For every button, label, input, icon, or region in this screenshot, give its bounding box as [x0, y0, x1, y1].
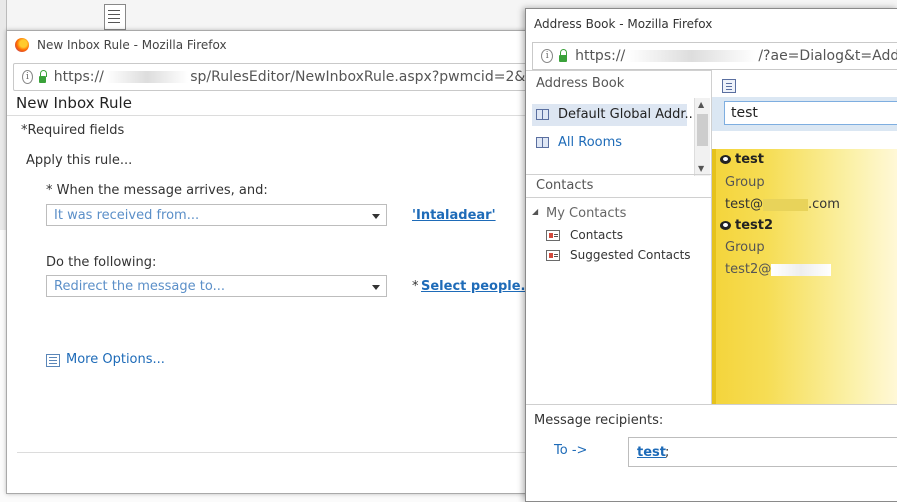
directory-item-label: All Rooms: [558, 135, 623, 150]
footer-divider: [17, 452, 532, 453]
scroll-thumb[interactable]: [697, 114, 708, 146]
divider: [526, 197, 711, 198]
address-book-icon: [536, 137, 549, 148]
checklist-icon[interactable]: [104, 4, 126, 30]
results-list: test Group test@ .com test2 Group test2@: [712, 149, 897, 404]
scroll-up-icon[interactable]: ▲: [698, 100, 704, 109]
result-email-start: test@: [725, 197, 763, 212]
condition-value-link[interactable]: 'Intaladear': [412, 208, 496, 223]
required-fields-note: *Required fields: [21, 123, 125, 138]
condition-label: * When the message arrives, and:: [46, 183, 268, 198]
directory-pane: Address Book Default Global Addr... All …: [526, 70, 712, 404]
divider: [7, 115, 542, 116]
result-name: test2: [735, 218, 774, 233]
directory-scrollbar[interactable]: ▲ ▼: [694, 98, 710, 176]
scroll-down-icon[interactable]: ▼: [698, 164, 704, 173]
result-email: test2@: [725, 262, 832, 277]
action-select[interactable]: Redirect the message to...: [46, 275, 387, 297]
recipient-token[interactable]: test: [637, 445, 666, 460]
redacted-url-part: [105, 71, 189, 83]
address-book-window: Address Book - Mozilla Firefox i https:/…: [525, 8, 897, 502]
contact-folder-label: Contacts: [570, 228, 623, 242]
lock-icon: [38, 69, 47, 83]
result-type: Group: [725, 175, 765, 190]
recipients-label: Message recipients:: [534, 413, 664, 428]
options-list-icon[interactable]: [46, 354, 60, 367]
result-email-end: .com: [807, 197, 840, 212]
result-name: test: [735, 152, 764, 167]
contact-card-icon: [546, 250, 560, 261]
required-asterisk: *: [412, 279, 419, 294]
lock-icon: [559, 48, 568, 62]
condition-select-value: It was received from...: [54, 208, 200, 223]
contact-folder-label: Suggested Contacts: [570, 248, 691, 262]
address-book-title[interactable]: Address Book - Mozilla Firefox: [534, 17, 712, 31]
redacted-url-part: [627, 50, 757, 62]
directory-item-default-global[interactable]: Default Global Addr...: [532, 104, 697, 126]
directory-item-all-rooms[interactable]: All Rooms: [532, 133, 687, 155]
contact-folder-contacts[interactable]: Contacts: [546, 227, 706, 245]
address-book-icon: [536, 109, 549, 120]
info-icon[interactable]: i: [541, 49, 554, 63]
chevron-down-icon: [372, 214, 380, 219]
result-email-start: test2@: [725, 262, 772, 277]
more-options-link[interactable]: More Options...: [66, 352, 165, 367]
contact-folder-suggested[interactable]: Suggested Contacts: [546, 247, 706, 265]
apply-rule-label: Apply this rule...: [26, 153, 133, 168]
group-icon: [720, 220, 732, 231]
collapse-triangle-icon[interactable]: ◢: [532, 207, 538, 216]
inbox-rule-window: New Inbox Rule - Mozilla Firefox i https…: [6, 30, 543, 494]
address-book-url-bar[interactable]: i https:// /?ae=Dialog&t=Addr: [532, 42, 897, 70]
recipient-separator: ;: [665, 445, 670, 460]
chevron-down-icon: [372, 285, 380, 290]
redacted-email-part: [771, 263, 832, 276]
info-icon[interactable]: i: [22, 70, 33, 84]
page-title: New Inbox Rule: [16, 94, 132, 112]
recipients-field[interactable]: test ;: [628, 437, 897, 467]
rule-url-bar[interactable]: i https:// sp/RulesEditor/NewInboxRule.a…: [13, 63, 536, 91]
action-select-value: Redirect the message to...: [54, 279, 225, 294]
rule-url-prefix: https://: [53, 69, 104, 85]
search-input[interactable]: [724, 101, 897, 125]
to-button[interactable]: To ->: [554, 443, 587, 458]
my-contacts-label: My Contacts: [546, 206, 627, 221]
my-contacts-folder[interactable]: ◢ My Contacts: [532, 206, 702, 224]
redacted-email-part: [762, 198, 808, 211]
result-item-test[interactable]: test Group test@ .com: [712, 149, 897, 215]
action-label: Do the following:: [46, 255, 157, 270]
result-type: Group: [725, 240, 765, 255]
ab-url-suffix: /?ae=Dialog&t=Addr: [758, 48, 897, 64]
select-people-link[interactable]: Select people...: [421, 279, 535, 294]
contact-card-icon: [546, 230, 560, 241]
firefox-icon: [15, 38, 29, 52]
group-icon: [720, 154, 732, 165]
divider: [526, 70, 711, 71]
directory-item-label: Default Global Addr...: [558, 107, 697, 122]
ab-url-prefix: https://: [575, 48, 626, 64]
address-book-section: Address Book: [536, 76, 625, 91]
rule-window-title: New Inbox Rule - Mozilla Firefox: [37, 38, 227, 52]
rule-window-titlebar[interactable]: New Inbox Rule - Mozilla Firefox: [7, 31, 542, 59]
divider: [526, 174, 711, 175]
result-email: test@ .com: [725, 197, 840, 212]
condition-select[interactable]: It was received from...: [46, 204, 387, 226]
result-item-test2[interactable]: test2 Group test2@: [712, 215, 897, 281]
divider: [526, 404, 897, 405]
address-book-view-icon[interactable]: [722, 79, 736, 93]
rule-url-suffix: sp/RulesEditor/NewInboxRule.aspx?pwmcid=…: [190, 69, 535, 85]
contacts-section: Contacts: [536, 178, 594, 193]
